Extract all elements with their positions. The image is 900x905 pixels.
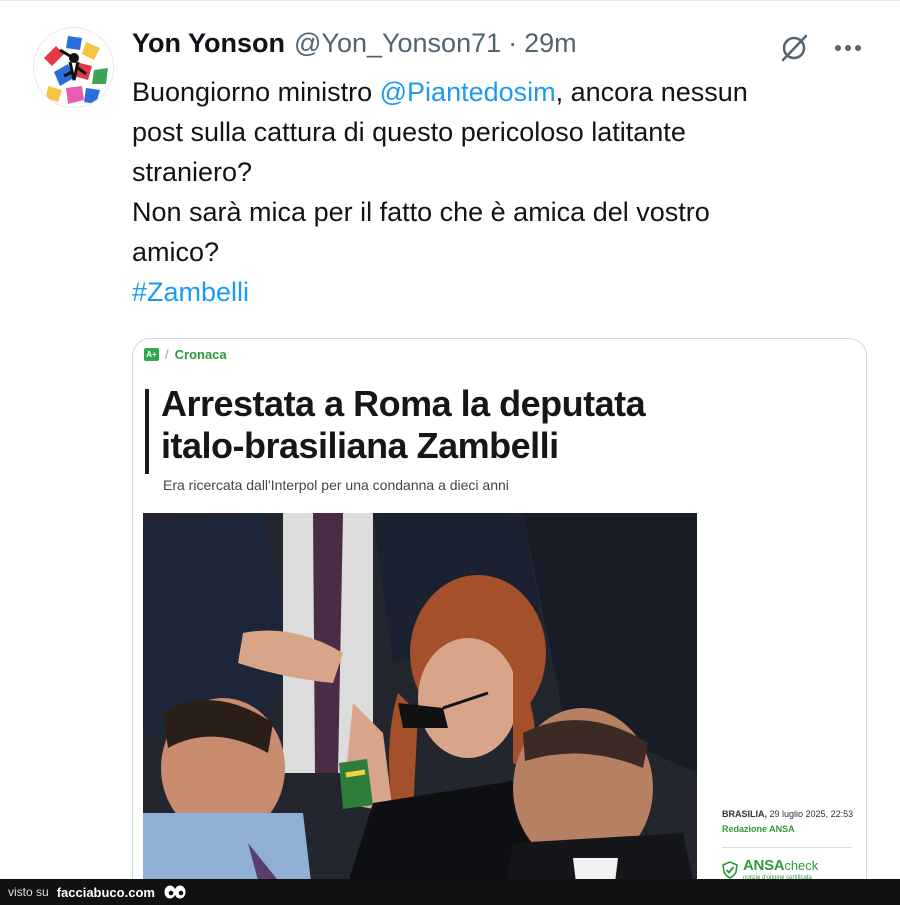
watermark-footer: visto su facciabuco.com bbox=[0, 879, 900, 905]
meta-divider bbox=[722, 847, 852, 848]
tweet-text: Buongiorno ministro @Piantedosim, ancora… bbox=[132, 72, 852, 312]
meta-author: Redazione ANSA bbox=[722, 824, 795, 834]
grok-icon[interactable] bbox=[776, 30, 812, 66]
section-label: Cronaca bbox=[174, 347, 227, 362]
tweet-text-segment: , ancora nessun bbox=[555, 77, 748, 107]
display-name[interactable]: Yon Yonson bbox=[132, 28, 285, 59]
dot-icon bbox=[835, 45, 841, 51]
tweet-line-4: Non sarà mica per il fatto che è amica d… bbox=[132, 197, 710, 227]
headline-line-2: italo-brasiliana Zambelli bbox=[161, 425, 559, 466]
user-handle[interactable]: @Yon_Yonson71 bbox=[294, 28, 501, 59]
section-kicker: A+ / Cronaca bbox=[144, 347, 227, 362]
article-subtitle: Era ricercata dall'Interpol per una cond… bbox=[163, 477, 509, 493]
eyes-logo-icon bbox=[164, 885, 186, 899]
news-photo bbox=[143, 513, 697, 897]
tweet-line-3: straniero? bbox=[132, 157, 253, 187]
shield-check-icon bbox=[722, 860, 738, 879]
timestamp[interactable]: 29m bbox=[524, 28, 577, 59]
ansa-brand: ANSA bbox=[743, 857, 785, 874]
news-photo-icon bbox=[143, 513, 697, 897]
tweet-line-2: post sulla cattura di questo pericoloso … bbox=[132, 117, 686, 147]
dot-icon bbox=[855, 45, 861, 51]
dot-icon bbox=[845, 45, 851, 51]
tweet-line-5: amico? bbox=[132, 237, 220, 267]
mention-link[interactable]: @Piantedosim bbox=[380, 77, 556, 107]
tweet-text-segment: Buongiorno ministro bbox=[132, 77, 380, 107]
top-divider bbox=[0, 0, 900, 4]
meta-date: 29 luglio 2025, 22:53 bbox=[769, 809, 854, 819]
meta-place: BRASILIA, bbox=[722, 809, 767, 819]
article-headline: Arrestata a Roma la deputata italo-brasi… bbox=[161, 383, 761, 467]
attached-image-card[interactable]: A+ / Cronaca Arrestata a Roma la deputat… bbox=[132, 338, 867, 898]
more-options-icon[interactable] bbox=[830, 30, 866, 66]
ansa-check-word: check bbox=[784, 858, 819, 873]
site-name: facciabuco.com bbox=[56, 884, 155, 900]
headline-rule bbox=[145, 389, 149, 474]
separator-dot: · bbox=[508, 28, 518, 58]
hashtag-link[interactable]: #Zambelli bbox=[132, 272, 852, 312]
kicker-slash: / bbox=[165, 347, 169, 362]
tweet-header: Yon Yonson @Yon_Yonson71 · 29m bbox=[132, 28, 577, 68]
article-meta: BRASILIA, 29 luglio 2025, 22:53 Redazion… bbox=[722, 807, 853, 837]
avatar[interactable] bbox=[33, 27, 114, 108]
keith-haring-avatar-icon bbox=[34, 28, 113, 107]
headline-line-1: Arrestata a Roma la deputata bbox=[161, 383, 646, 424]
visto-su-label: visto su bbox=[8, 885, 49, 899]
tweet-line-1: Buongiorno ministro @Piantedosim, ancora… bbox=[132, 72, 852, 112]
ansa-plus-logo-icon: A+ bbox=[144, 348, 159, 361]
